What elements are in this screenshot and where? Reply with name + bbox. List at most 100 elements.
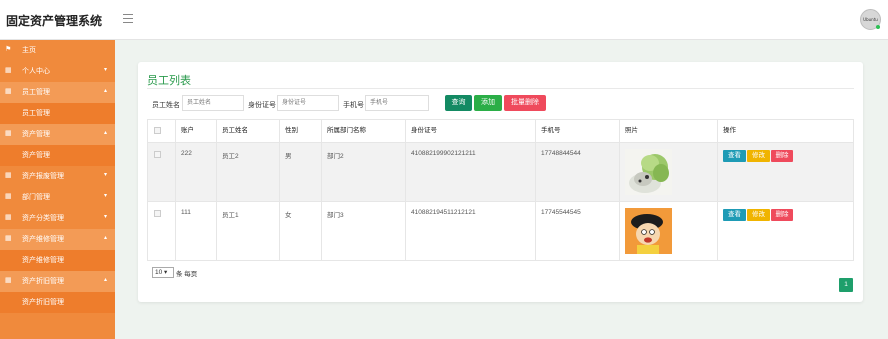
- department-cell: 部门2: [321, 143, 405, 202]
- grid-icon: ▦: [5, 88, 12, 95]
- edit-button[interactable]: 修改: [747, 209, 770, 221]
- sidebar-item-asset-scrap[interactable]: ▦ 资产报废管理 ▾: [0, 166, 115, 187]
- add-button[interactable]: 添加: [474, 95, 502, 111]
- account-cell: 111: [175, 202, 216, 261]
- grid-icon: ▦: [5, 193, 12, 200]
- sidebar-item-asset-depreciation[interactable]: ▦ 资产折旧管理 ▴: [0, 271, 115, 292]
- online-status-dot: [876, 25, 880, 29]
- view-button[interactable]: 查看: [723, 150, 746, 162]
- page-title: 员工列表: [147, 75, 191, 87]
- sidebar-item-label: 资产管理: [22, 131, 50, 138]
- grid-icon: ▦: [5, 214, 12, 221]
- idcard-cell: 410882194511212121: [405, 202, 535, 261]
- sidebar: ⚑ 主页 ▦ 个人中心 ▾ ▦ 员工管理 ▴ 员工管理 ▦ 资产管理 ▴ 资产管…: [0, 40, 115, 339]
- grid-icon: ▦: [5, 67, 12, 74]
- gender-cell: 女: [279, 202, 321, 261]
- page-size-suffix: 条 每页: [176, 271, 198, 278]
- phone-filter-input[interactable]: [365, 95, 429, 111]
- actions-cell: 查看 修改 删除: [717, 202, 853, 261]
- grid-icon: ▦: [5, 130, 12, 137]
- sidebar-item-asset-category[interactable]: ▦ 资产分类管理 ▾: [0, 208, 115, 229]
- cartoon-boy-photo[interactable]: [625, 208, 672, 254]
- cabbage-dog-photo[interactable]: [625, 149, 672, 195]
- select-all-checkbox[interactable]: [154, 127, 161, 134]
- row-checkbox[interactable]: [154, 210, 161, 217]
- phone-cell: 17745544545: [535, 202, 619, 261]
- chevron-down-icon: ▾: [104, 193, 108, 199]
- column-header: 账户: [175, 120, 216, 142]
- sidebar-item-label: 员工管理: [22, 110, 50, 117]
- divider: [147, 88, 854, 89]
- page-size-value: 10: [155, 269, 163, 276]
- column-header: 操作: [717, 120, 853, 142]
- table-row[interactable]: 222 员工2 男 部门2 410882199902121211 1774884…: [148, 142, 853, 202]
- row-select-cell: [148, 202, 175, 261]
- sidebar-item-label: 资产折旧管理: [22, 299, 64, 306]
- sidebar-subitem-asset-depreciation[interactable]: 资产折旧管理: [0, 292, 115, 313]
- idcard-cell: 410882199902121211: [405, 143, 535, 202]
- sidebar-item-label: 资产折旧管理: [22, 278, 64, 285]
- idcard-filter-input[interactable]: [277, 95, 339, 111]
- row-select-cell: [148, 143, 175, 202]
- search-button[interactable]: 查询: [445, 95, 472, 111]
- sidebar-item-department[interactable]: ▦ 部门管理 ▾: [0, 187, 115, 208]
- column-header: 员工姓名: [216, 120, 279, 142]
- delete-button[interactable]: 删除: [771, 150, 793, 162]
- name-filter-label: 员工姓名: [152, 102, 180, 109]
- grid-icon: ▦: [5, 235, 12, 242]
- sidebar-item-profile[interactable]: ▦ 个人中心 ▾: [0, 61, 115, 82]
- column-header: 身份证号: [405, 120, 535, 142]
- select-all-header: [148, 120, 175, 142]
- sidebar-item-label: 主页: [22, 47, 36, 54]
- edit-button[interactable]: 修改: [747, 150, 770, 162]
- chevron-down-icon: ▾: [104, 67, 108, 73]
- sidebar-item-employee[interactable]: ▦ 员工管理 ▴: [0, 82, 115, 103]
- view-button[interactable]: 查看: [723, 209, 746, 221]
- chevron-down-icon: ▾: [104, 214, 108, 220]
- delete-button[interactable]: 删除: [771, 209, 793, 221]
- sidebar-item-asset-repair[interactable]: ▦ 资产维修管理 ▴: [0, 229, 115, 250]
- phone-filter-label: 手机号: [343, 102, 364, 109]
- sidebar-item-label: 资产管理: [22, 152, 50, 159]
- column-header: 性别: [279, 120, 321, 142]
- column-header: 手机号: [535, 120, 619, 142]
- menu-toggle-icon[interactable]: [123, 14, 133, 23]
- grid-icon: ▦: [5, 277, 12, 284]
- grid-icon: ▦: [5, 172, 12, 179]
- sidebar-item-label: 资产报废管理: [22, 173, 64, 180]
- name-cell: 员工1: [216, 202, 279, 261]
- sidebar-subitem-asset-repair[interactable]: 资产维修管理: [0, 250, 115, 271]
- name-cell: 员工2: [216, 143, 279, 202]
- chevron-up-icon: ▴: [104, 277, 108, 283]
- top-header: 固定资产管理系统 Ubuntu: [0, 0, 888, 40]
- employee-table: 账户 员工姓名 性别 所属部门名称 身份证号 手机号 照片 操作 222 员工2…: [147, 119, 854, 261]
- sidebar-subitem-asset[interactable]: 资产管理: [0, 145, 115, 166]
- column-header: 照片: [619, 120, 717, 142]
- flag-icon: ⚑: [5, 46, 12, 53]
- chevron-down-icon: ▾: [104, 172, 108, 178]
- gender-cell: 男: [279, 143, 321, 202]
- actions-cell: 查看 修改 删除: [717, 143, 853, 202]
- row-checkbox[interactable]: [154, 151, 161, 158]
- batch-delete-button[interactable]: 批量删除: [504, 95, 546, 111]
- sidebar-item-label: 资产维修管理: [22, 257, 64, 264]
- name-filter-input[interactable]: [182, 95, 244, 111]
- page-1-button[interactable]: 1: [839, 278, 853, 292]
- sidebar-item-home[interactable]: ⚑ 主页: [0, 40, 115, 61]
- table-row[interactable]: 111 员工1 女 部门3 410882194511212121 1774554…: [148, 201, 853, 261]
- idcard-filter-label: 身份证号: [248, 102, 276, 109]
- department-cell: 部门3: [321, 202, 405, 261]
- sidebar-item-label: 员工管理: [22, 89, 50, 96]
- sidebar-item-asset[interactable]: ▦ 资产管理 ▴: [0, 124, 115, 145]
- sidebar-item-label: 部门管理: [22, 194, 50, 201]
- account-cell: 222: [175, 143, 216, 202]
- chevron-up-icon: ▴: [104, 88, 108, 94]
- sidebar-subitem-employee[interactable]: 员工管理: [0, 103, 115, 124]
- sidebar-item-label: 资产分类管理: [22, 215, 64, 222]
- app-title: 固定资产管理系统: [6, 14, 103, 28]
- chevron-up-icon: ▴: [104, 130, 108, 136]
- photo-cell: [619, 202, 717, 261]
- phone-cell: 17748844544: [535, 143, 619, 202]
- page-size-select[interactable]: 10 ▾: [152, 267, 174, 278]
- chevron-up-icon: ▴: [104, 235, 108, 241]
